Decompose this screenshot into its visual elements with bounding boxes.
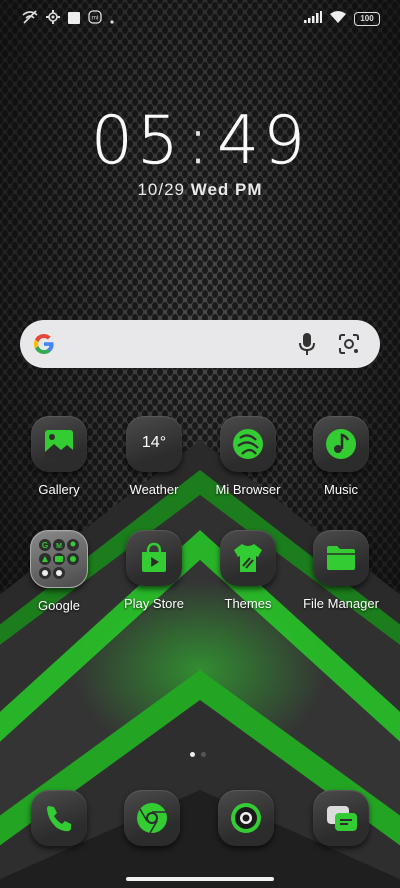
- clock-hours: 05: [90, 102, 183, 179]
- page-indicator: [190, 752, 206, 757]
- app-label: File Manager: [303, 596, 379, 611]
- app-label: Gallery: [38, 482, 80, 497]
- folder-icon: G M: [30, 530, 88, 588]
- file-manager-icon: [313, 530, 369, 586]
- dock-messages[interactable]: [296, 790, 386, 846]
- status-bar: mi 100: [0, 0, 400, 36]
- app-music[interactable]: Music: [296, 416, 386, 497]
- app-weather[interactable]: 14° Weather: [109, 416, 199, 497]
- battery-icon: 100: [354, 12, 380, 26]
- page-dot-active: [190, 752, 195, 757]
- app-label: Music: [324, 482, 358, 497]
- ampm-text: PM: [235, 180, 263, 199]
- home-indicator[interactable]: [126, 877, 274, 881]
- dock-chrome[interactable]: [107, 790, 197, 846]
- app-themes[interactable]: Themes: [203, 530, 293, 611]
- google-search-bar[interactable]: [20, 320, 380, 368]
- wifi-off-icon: [22, 10, 38, 29]
- app-label: Weather: [129, 482, 179, 497]
- wifi-icon: [330, 10, 346, 28]
- gear-icon: [46, 10, 60, 29]
- app-file-manager[interactable]: File Manager: [296, 530, 386, 611]
- date-text: 10/29: [137, 180, 185, 199]
- dot-icon: [110, 11, 114, 29]
- app-google-folder[interactable]: G M Google: [14, 530, 104, 613]
- phone-icon: [31, 790, 87, 846]
- browser-icon: [220, 416, 276, 472]
- square-icon: [68, 11, 80, 29]
- themes-icon: [220, 530, 276, 586]
- dock-camera[interactable]: [201, 790, 291, 846]
- weather-temp: 14°: [141, 434, 167, 451]
- svg-text:M: M: [56, 543, 62, 550]
- app-play-store[interactable]: Play Store: [109, 530, 199, 611]
- signal-icon: [304, 10, 322, 28]
- svg-text:G: G: [42, 541, 48, 550]
- app-label: Google: [38, 598, 80, 613]
- chrome-icon: [124, 790, 180, 846]
- app-mi-browser[interactable]: Mi Browser: [203, 416, 293, 497]
- clock-widget[interactable]: 05:49: [0, 102, 400, 179]
- play-store-icon: [126, 530, 182, 586]
- clock-colon: :: [186, 102, 214, 179]
- app-label: Mi Browser: [215, 482, 281, 497]
- weekday-text: Wed: [190, 180, 230, 199]
- page-dot: [201, 752, 206, 757]
- mi-icon: mi: [88, 10, 102, 29]
- app-label: Themes: [224, 596, 272, 611]
- dock-phone[interactable]: [14, 790, 104, 846]
- messages-icon: [313, 790, 369, 846]
- google-logo: [32, 332, 56, 361]
- mic-icon[interactable]: [298, 332, 316, 361]
- svg-text:mi: mi: [92, 16, 98, 22]
- weather-icon: 14°: [126, 416, 182, 472]
- clock-minutes: 49: [217, 102, 310, 179]
- app-gallery[interactable]: Gallery: [14, 416, 104, 497]
- camera-icon: [218, 790, 274, 846]
- music-icon: [313, 416, 369, 472]
- app-label: Play Store: [124, 596, 184, 611]
- gallery-icon: [31, 416, 87, 472]
- date-widget[interactable]: 10/29 Wed PM: [0, 180, 400, 200]
- lens-icon[interactable]: [338, 333, 360, 360]
